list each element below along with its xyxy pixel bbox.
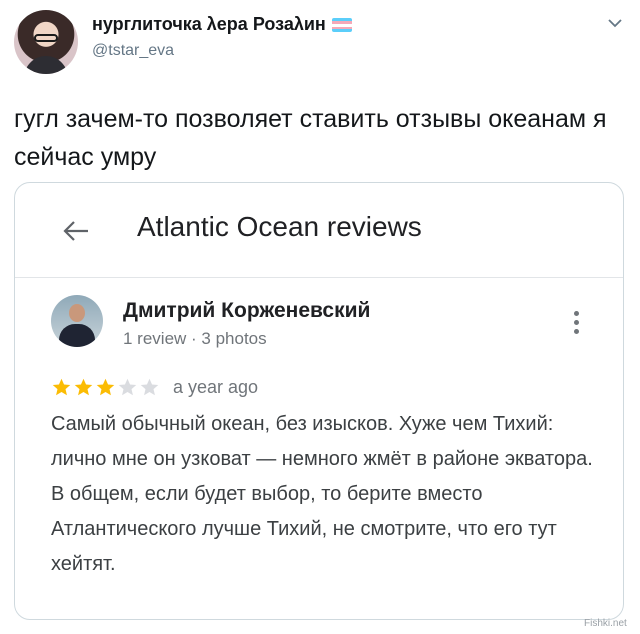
chevron-down-icon[interactable] bbox=[606, 14, 624, 32]
star-filled-icon bbox=[96, 378, 115, 396]
tweet-display-name[interactable]: нурглиточка λера Розаλин bbox=[92, 14, 352, 35]
star-filled-icon bbox=[74, 378, 93, 396]
reviewer-avatar[interactable] bbox=[51, 295, 103, 347]
stars bbox=[51, 377, 161, 398]
review-text: Самый обычный океан, без изысков. Хуже ч… bbox=[51, 413, 593, 575]
reviewer-meta: 1 review · 3 photos bbox=[123, 329, 267, 348]
arrow-left-icon[interactable] bbox=[61, 216, 91, 246]
star-rating: a year ago bbox=[51, 377, 258, 398]
more-vertical-icon[interactable] bbox=[571, 311, 581, 341]
reviews-title: Atlantic Ocean reviews bbox=[137, 211, 422, 242]
star-filled-icon bbox=[52, 378, 71, 396]
star-empty-icon bbox=[140, 378, 159, 396]
reviews-header: Atlantic Ocean reviews bbox=[15, 183, 623, 278]
tweet-handle[interactable]: @tstar_eva bbox=[92, 42, 174, 60]
tweet-text: гугл зачем-то позволяет ставить отзывы о… bbox=[14, 105, 607, 171]
watermark: Fishki.net bbox=[584, 618, 627, 629]
review-screenshot-card[interactable]: Atlantic Ocean reviews Дмитрий Корженевс… bbox=[14, 182, 624, 620]
display-name-text: нурглиточка λера Розаλин bbox=[92, 14, 326, 34]
review-date: a year ago bbox=[173, 377, 259, 397]
star-empty-icon bbox=[118, 378, 137, 396]
reviewer-name[interactable]: Дмитрий Корженевский bbox=[123, 299, 370, 323]
trans-flag-icon bbox=[331, 18, 352, 33]
tweet-author-avatar[interactable] bbox=[14, 10, 78, 74]
